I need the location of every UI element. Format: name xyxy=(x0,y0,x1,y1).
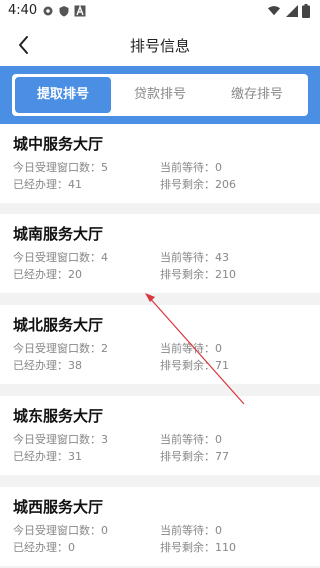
annotation-arrow xyxy=(145,293,245,405)
